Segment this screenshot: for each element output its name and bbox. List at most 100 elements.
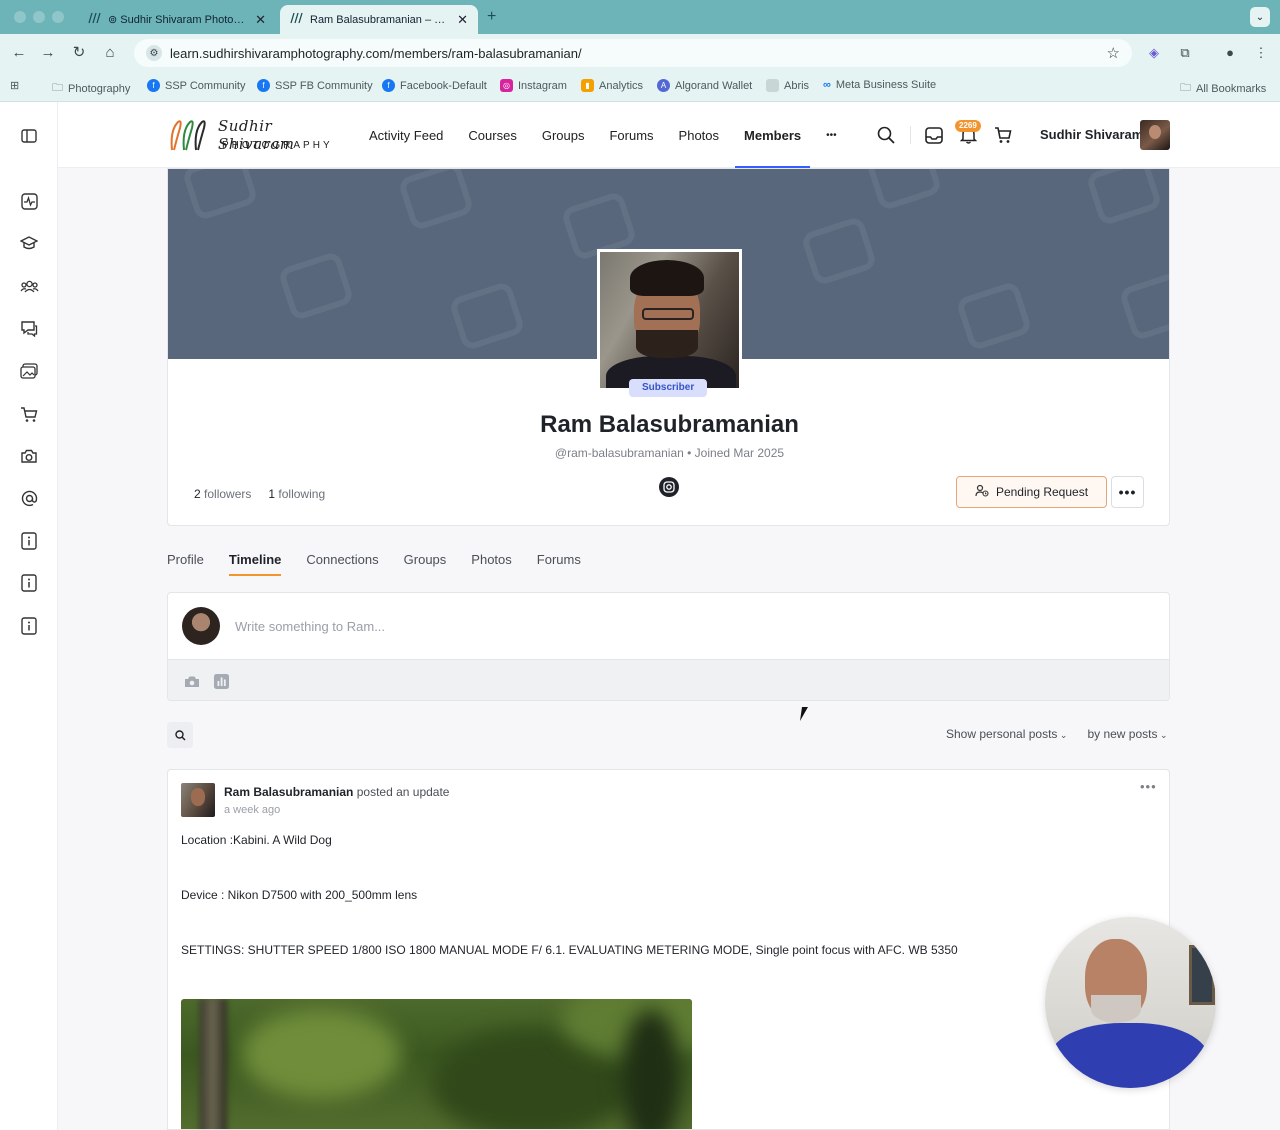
order-filter-dropdown[interactable]: by new posts (1087, 727, 1167, 741)
following-link[interactable]: 1 following (268, 487, 325, 501)
groups-people-icon[interactable] (19, 276, 39, 296)
browser-tab-active[interactable]: Ram Balasubramanian – ⊚ Sudhir Shivaram … (280, 5, 478, 34)
tab-close-icon[interactable]: ✕ (457, 12, 468, 28)
bookmark-abris[interactable]: Abris (766, 79, 809, 92)
instagram-icon[interactable] (659, 477, 679, 497)
nav-photos[interactable]: Photos (679, 102, 719, 168)
close-window-dot[interactable] (14, 11, 26, 23)
current-user-avatar[interactable] (1140, 120, 1170, 150)
header-divider (910, 126, 911, 144)
back-arrow-icon[interactable]: ← (10, 44, 28, 62)
shop-cart-icon[interactable] (19, 404, 39, 424)
tab-close-icon[interactable]: ✕ (255, 12, 266, 28)
info-icon[interactable] (19, 573, 39, 593)
inbox-icon[interactable] (924, 125, 944, 145)
reload-icon[interactable]: ↻ (70, 44, 88, 62)
bookmark-algorand-wallet[interactable]: A Algorand Wallet (657, 79, 752, 92)
profile-avatar[interactable] (597, 249, 742, 391)
profile-more-options-button[interactable]: ••• (1111, 476, 1144, 508)
folder-icon: 🗀 (1180, 82, 1191, 94)
cart-icon[interactable] (993, 125, 1013, 145)
current-user-name[interactable]: Sudhir Shivaram (1040, 127, 1143, 142)
all-bookmarks[interactable]: 🗀 All Bookmarks (1180, 79, 1266, 98)
cover-pattern-icon (800, 215, 878, 287)
tab-groups[interactable]: Groups (404, 552, 447, 574)
followers-link[interactable]: 2 followers (194, 487, 251, 501)
nav-activity-feed[interactable]: Activity Feed (369, 102, 443, 168)
composer-input[interactable]: Write something to Ram... (235, 619, 385, 634)
tab-title: Ram Balasubramanian – ⊚ Sudhir Shivaram … (310, 14, 451, 26)
tab-search-chevron-icon[interactable]: ⌄ (1250, 7, 1270, 27)
bookmark-analytics[interactable]: ▮ Analytics (581, 79, 643, 92)
bookmark-facebook-default[interactable]: f Facebook-Default (382, 79, 487, 92)
extension-icon[interactable]: ◈ (1146, 45, 1162, 61)
nav-forums[interactable]: Forums (609, 102, 653, 168)
photos-gallery-icon[interactable] (19, 361, 39, 381)
post-options-button[interactable]: ••• (1140, 779, 1157, 794)
nav-more[interactable]: ••• (826, 102, 837, 168)
tab-profile[interactable]: Profile (167, 552, 204, 574)
bookmark-instagram[interactable]: ◎ Instagram (500, 79, 567, 92)
search-icon[interactable] (876, 125, 896, 145)
browser-tab[interactable]: ⊚ Sudhir Shivaram Photography ✕ (78, 5, 276, 34)
bookmark-meta-business-suite[interactable]: ∞ Meta Business Suite (823, 79, 936, 91)
search-icon (174, 729, 186, 741)
site-header: Sudhir Shivaram PHOTOGRAPHY Activity Fee… (58, 102, 1280, 168)
activity-icon[interactable] (19, 191, 39, 211)
nav-members[interactable]: Members (735, 102, 811, 168)
post-photo[interactable] (181, 999, 692, 1129)
browser-tab-strip: ⊚ Sudhir Shivaram Photography ✕ Ram Bala… (0, 0, 1280, 34)
nav-groups[interactable]: Groups (542, 102, 585, 168)
site-logo[interactable]: Sudhir Shivaram PHOTOGRAPHY (168, 116, 333, 156)
cover-pattern-icon (397, 169, 475, 232)
bookmark-photography[interactable]: 🗀 Photography (52, 79, 130, 98)
tab-photos[interactable]: Photos (471, 552, 511, 574)
minimize-window-dot[interactable] (33, 11, 45, 23)
browser-menu-icon[interactable]: ⋮ (1253, 45, 1269, 61)
sidebar-toggle-icon[interactable] (19, 126, 39, 146)
bookmark-ssp-community[interactable]: f SSP Community (147, 79, 246, 92)
post-author-avatar[interactable] (181, 783, 215, 817)
camera-icon[interactable] (184, 673, 200, 689)
courses-graduation-cap-icon[interactable] (19, 233, 39, 253)
post-author-name[interactable]: Ram Balasubramanian (224, 785, 353, 799)
meta-icon: ∞ (823, 79, 831, 91)
new-tab-icon[interactable]: + (487, 8, 496, 26)
pending-request-button[interactable]: Pending Request (956, 476, 1107, 508)
info-icon[interactable] (19, 531, 39, 551)
cover-pattern-icon (1118, 270, 1169, 342)
user-clock-icon (975, 484, 989, 500)
forward-arrow-icon[interactable]: → (39, 44, 57, 62)
tab-title: ⊚ Sudhir Shivaram Photography (108, 14, 250, 26)
abris-icon (766, 79, 779, 92)
site-settings-icon[interactable]: ⚙ (146, 45, 162, 61)
poll-chart-icon[interactable] (213, 673, 229, 689)
tab-timeline[interactable]: Timeline (228, 552, 281, 576)
show-filter-dropdown[interactable]: Show personal posts (946, 727, 1067, 741)
tab-connections[interactable]: Connections (306, 552, 378, 574)
camera-icon[interactable] (19, 446, 39, 466)
address-bar[interactable]: ⚙ learn.sudhirshivaramphotography.com/me… (134, 39, 1132, 67)
post-text-line: Device : Nikon D7500 with 200_500mm lens (181, 888, 418, 902)
post-timestamp[interactable]: a week ago (224, 804, 280, 816)
bookmarks-bar: ⊞ 🗀 Photography f SSP Community f SSP FB Co… (0, 72, 1280, 102)
cover-pattern-icon (1085, 169, 1163, 227)
activity-search-button[interactable] (167, 722, 193, 748)
home-icon[interactable]: ⌂ (101, 44, 119, 62)
url-text[interactable]: learn.sudhirshivaramphotography.com/memb… (170, 46, 1107, 61)
info-icon[interactable] (19, 616, 39, 636)
nav-courses[interactable]: Courses (468, 102, 516, 168)
bookmark-star-icon[interactable]: ☆ (1107, 44, 1120, 62)
profile-name: Ram Balasubramanian (540, 411, 799, 438)
facebook-icon: f (147, 79, 160, 92)
profile-avatar-icon[interactable]: ● (1222, 45, 1238, 61)
apps-grid-icon[interactable]: ⊞ (10, 79, 19, 92)
profile-handle-joined: @ram-balasubramanian • Joined Mar 2025 (554, 446, 785, 460)
tab-forums[interactable]: Forums (537, 552, 581, 574)
bookmark-ssp-fb-community[interactable]: f SSP FB Community (257, 79, 373, 92)
mentions-at-icon[interactable] (19, 488, 39, 508)
zoom-window-dot[interactable] (52, 11, 64, 23)
logo-mark-icon (170, 120, 206, 151)
extensions-puzzle-icon[interactable]: ⧉ (1177, 45, 1193, 61)
forums-chat-icon[interactable] (19, 318, 39, 338)
